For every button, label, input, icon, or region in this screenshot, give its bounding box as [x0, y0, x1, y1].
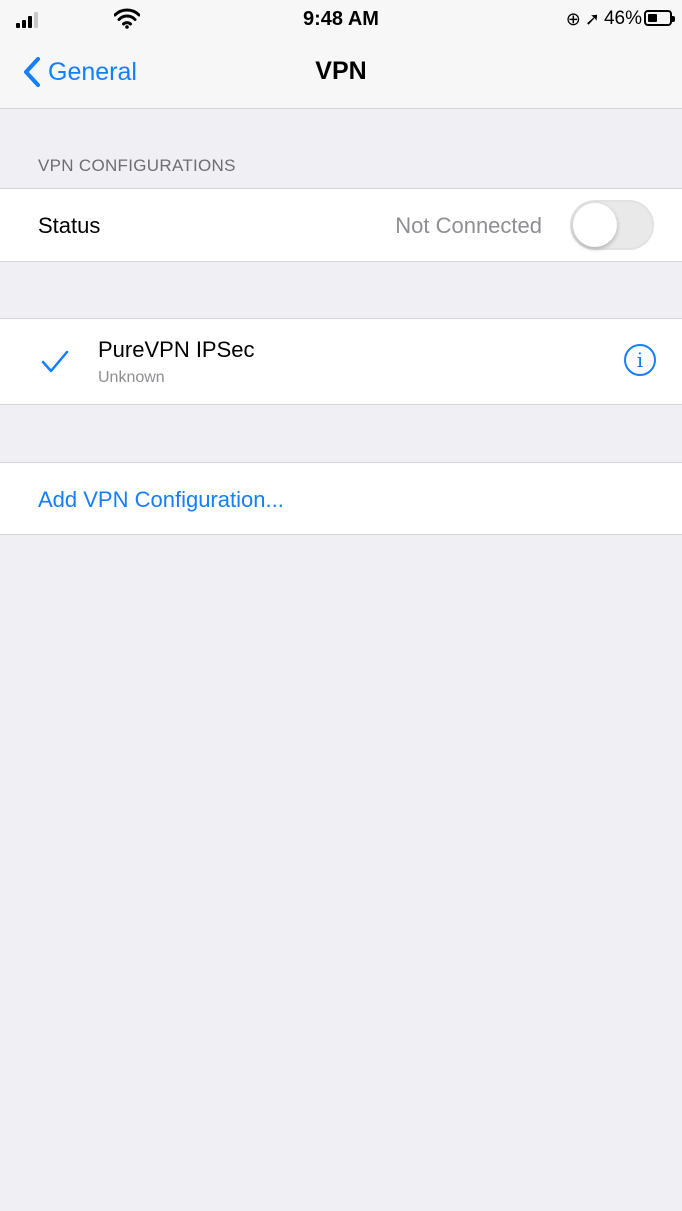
status-bar: 9:48 AM ⊕ ➚ 46%	[0, 0, 682, 40]
info-icon[interactable]: i	[624, 344, 656, 376]
location-icon: ➚	[584, 8, 600, 29]
toggle-knob	[573, 203, 617, 247]
status-right: ⊕ ➚ 46%	[566, 8, 642, 30]
vpn-subtitle: Unknown	[98, 369, 165, 386]
checkmark-icon	[41, 350, 69, 373]
vpn-configuration-row[interactable]: PureVPN IPSec Unknown i	[0, 318, 682, 405]
battery-icon	[644, 10, 675, 26]
section-header-vpn-configurations: VPN CONFIGURATIONS	[38, 156, 236, 175]
vpn-status-toggle[interactable]	[570, 200, 654, 250]
status-value: Not Connected	[395, 213, 542, 238]
navigation-bar: General VPN	[0, 40, 682, 109]
add-vpn-configuration-row[interactable]: Add VPN Configuration...	[0, 462, 682, 535]
orientation-lock-icon: ⊕	[565, 8, 581, 29]
battery-percent: 46%	[603, 8, 642, 29]
add-vpn-configuration-label: Add VPN Configuration...	[38, 487, 284, 512]
page-title: VPN	[315, 57, 367, 85]
status-label: Status	[38, 213, 101, 238]
vpn-name: PureVPN IPSec	[98, 337, 255, 362]
status-row: Status Not Connected	[0, 188, 682, 262]
